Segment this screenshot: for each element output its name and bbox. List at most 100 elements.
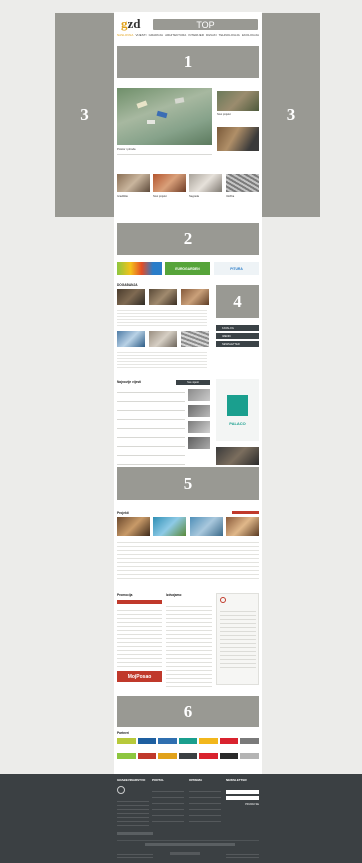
row-image[interactable] (226, 174, 259, 192)
news-thumb[interactable] (188, 437, 210, 449)
sponsor-banner[interactable] (117, 262, 162, 275)
news-thumb[interactable] (188, 389, 210, 401)
partner-logo[interactable] (219, 738, 239, 744)
ad-slot-number: 5 (183, 473, 193, 493)
palaco-ad[interactable]: PALACO (216, 379, 259, 441)
partner-logo[interactable] (158, 738, 177, 744)
event-image[interactable] (181, 331, 209, 347)
ad-slot-number: 2 (183, 229, 193, 248)
news-thumb[interactable] (188, 421, 210, 433)
ad-slot-3-right[interactable]: 3 (262, 13, 320, 217)
project-image[interactable] (117, 517, 150, 536)
nav-item[interactable]: EKOLOGIJA (242, 33, 259, 37)
sponsor-label: EUROGARDEN (175, 266, 200, 271)
row-image[interactable] (117, 174, 150, 192)
sponsor-banner-pitura[interactable]: PITURA (214, 262, 259, 275)
ad-slot-label: TOP (196, 19, 215, 30)
partner-logo[interactable] (117, 753, 136, 759)
partner-logo[interactable] (219, 753, 239, 759)
sidebar-button-imenik[interactable]: IMENIK (216, 333, 259, 339)
newsletter-email-input[interactable] (226, 796, 259, 800)
row-caption[interactable]: Gradilište (117, 195, 150, 198)
footer-divider (117, 840, 259, 841)
event-image[interactable] (149, 331, 177, 347)
side-image[interactable] (217, 91, 259, 111)
footer-logo-icon (117, 786, 125, 794)
event-image[interactable] (117, 331, 145, 347)
footer-copyright (117, 852, 153, 859)
nav-item[interactable]: VIJESTI (135, 33, 146, 37)
promo-text (220, 608, 256, 668)
partner-logos (117, 738, 259, 766)
promo-box[interactable] (216, 593, 259, 685)
ad-slot-1[interactable]: 1 (117, 46, 259, 78)
partner-logo[interactable] (199, 753, 218, 759)
row-caption[interactable]: Nagrada (189, 195, 222, 198)
nav-item[interactable]: INTERIJER (188, 33, 204, 37)
side-caption[interactable]: Novi projekt (217, 113, 259, 116)
ad-slot-number: 1 (183, 52, 193, 71)
partner-logo[interactable] (240, 753, 259, 759)
footer-bar (117, 832, 153, 835)
partner-logo[interactable] (137, 753, 157, 759)
footer-social (170, 852, 200, 855)
row-image[interactable] (153, 174, 186, 192)
column-list (117, 607, 162, 667)
row-image[interactable] (189, 174, 222, 192)
side-image[interactable] (217, 127, 259, 151)
partner-logo[interactable] (117, 738, 136, 744)
nav-item[interactable]: DIZAJN (206, 33, 217, 37)
project-text (117, 539, 259, 579)
mojposao-logo[interactable]: MojPosao (117, 671, 162, 682)
partner-logo[interactable] (137, 738, 157, 744)
palaco-label: PALACO (229, 421, 246, 426)
newsletter-submit-button[interactable]: PRIJAVI SE (226, 803, 259, 807)
footer-links (152, 786, 184, 826)
lead-caption[interactable]: Prostor i priroda (117, 148, 212, 151)
newsletter-name-input[interactable] (226, 790, 259, 794)
row-caption[interactable]: Izložba (226, 195, 259, 198)
sidebar-button-newsletter[interactable]: NEWSLETTER (216, 341, 259, 347)
lead-image[interactable] (117, 88, 212, 145)
sidebar-button-katalog[interactable]: KATALOG (216, 325, 259, 331)
ad-slot-3-left[interactable]: 3 (55, 13, 114, 217)
sponsor-banner-eurogarden[interactable]: EUROGARDEN (165, 262, 210, 275)
ad-slot-2[interactable]: 2 (117, 223, 259, 255)
ad-slot-4[interactable]: 4 (216, 285, 259, 318)
ad-slot-6[interactable]: 6 (117, 696, 259, 727)
column-title: Izdvajamo (166, 593, 182, 597)
column-accent (117, 600, 162, 604)
side-image[interactable] (216, 447, 259, 465)
event-image[interactable] (149, 289, 177, 305)
sidebar-button-label: NEWSLETTER (222, 342, 240, 346)
event-image[interactable] (181, 289, 209, 305)
event-text (117, 308, 207, 328)
brand-label: MojPosao (127, 673, 152, 680)
nav-item[interactable]: NASLOVNA (117, 33, 133, 37)
promo-logo-icon (220, 597, 226, 603)
project-image[interactable] (190, 517, 223, 536)
partner-logo[interactable] (158, 753, 177, 759)
partner-logo[interactable] (178, 753, 198, 759)
project-image[interactable] (153, 517, 186, 536)
news-badge[interactable]: Sve vijesti (176, 380, 210, 385)
ad-slot-top[interactable]: TOP (153, 19, 258, 30)
nav-item[interactable]: TEHNOLOGIJA (219, 33, 240, 37)
ad-slot-number: 6 (183, 701, 193, 721)
partner-logo[interactable] (178, 738, 198, 744)
footer-heading: PORTAL (152, 778, 165, 782)
column-title: Promocija (117, 593, 133, 597)
site-logo[interactable]: gzd (121, 16, 141, 32)
event-text (117, 350, 207, 370)
ad-slot-number: 4 (233, 291, 242, 311)
event-image[interactable] (117, 289, 145, 305)
nav-item[interactable]: ARHITEKTURA (165, 33, 186, 37)
partner-logo[interactable] (199, 738, 218, 744)
project-image[interactable] (226, 517, 259, 536)
ad-slot-5[interactable]: 5 (117, 467, 259, 500)
nav-item[interactable]: GRADNJA (149, 33, 163, 37)
palaco-logo-icon (227, 395, 248, 416)
news-thumb[interactable] (188, 405, 210, 417)
partner-logo[interactable] (240, 738, 259, 744)
row-caption[interactable]: Novi projekt (153, 195, 186, 198)
